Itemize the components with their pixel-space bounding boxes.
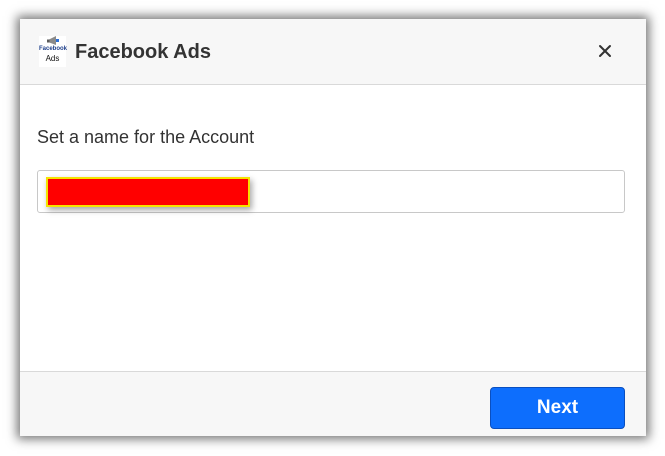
facebook-ads-logo: Facebook Ads bbox=[39, 36, 68, 67]
dialog-title: Facebook Ads bbox=[75, 41, 211, 63]
dialog-header: Facebook Ads Facebook Ads bbox=[20, 19, 646, 85]
redacted-account-name bbox=[46, 177, 250, 207]
logo-text-facebook: Facebook bbox=[39, 46, 68, 52]
dialog-footer: Next bbox=[20, 371, 646, 436]
megaphone-icon bbox=[47, 36, 59, 45]
close-icon bbox=[599, 45, 611, 57]
account-name-label: Set a name for the Account bbox=[37, 127, 255, 147]
close-button[interactable] bbox=[594, 40, 616, 62]
next-button[interactable]: Next bbox=[490, 387, 625, 429]
logo-text-ads: Ads bbox=[45, 54, 60, 63]
account-name-dialog: Facebook Ads Facebook Ads Set a name for… bbox=[20, 19, 646, 436]
